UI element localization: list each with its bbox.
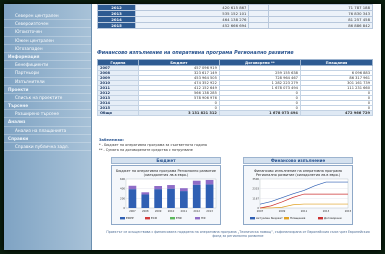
bar [180,191,188,208]
x-tick-label: 2015 [345,209,352,213]
sidebar-item[interactable]: Списък на проектите [4,94,91,103]
main-content: 2012 420 615 867 71 787 188 2013 535 152 101… [93,4,381,250]
sidebar-item[interactable]: Югоизточен [4,28,91,37]
sidebar-item[interactable]: Разширено търсене [4,110,91,119]
total-contracted: 1 678 073 494 [218,110,301,116]
notes-heading: Забележки: [99,138,124,142]
legend-label: ЕФРР [126,216,134,220]
sidebar-item[interactable]: Справки [4,135,91,143]
legend-label: ЕСФ [151,216,158,220]
total-row: Общо 3 131 821 312 1 678 073 494 472 966 72… [97,110,374,116]
y-tick-label: 200 [120,196,125,200]
legend-swatch [195,217,200,220]
x-tick-label: 2013 [323,209,330,213]
y-tick-label: 2333 [252,187,259,191]
x-tick-label: 2011 [181,209,188,213]
y-tick-label: 0 [123,206,125,210]
sidebar-nav: Северен централен Североизточен Югоизточен… [4,4,92,250]
chart-header-budget: Бюджет [111,157,221,164]
bar [192,180,201,185]
financial-table: Година Бюджет Договорени ** Плащания 2007 45… [97,59,374,116]
y-tick-label: 600 [120,177,125,181]
sidebar-item[interactable]: Югозападен [4,45,91,53]
total-payments: 472 966 729 [299,110,374,116]
bar [205,179,214,185]
section-title: Финансово изпълнение на оперативна прогр… [97,51,294,56]
x-tick-label: 2011 [301,209,308,213]
budget-chart: Бюджет на оперативна програма Регионално… [111,165,221,225]
legend-swatch [145,217,150,220]
y-tick-label: 1167 [252,196,259,200]
budget-chart-svg: 0 200 400 600 2007 2008 2009 2010 2011 2012 2013 ЕФ… [120,177,217,220]
bar [154,186,162,190]
bar [141,194,150,208]
sidebar-item[interactable]: Североизточен [4,20,91,29]
plot-area [259,178,349,209]
year-cell: 2015 [97,22,136,29]
total-budget: 3 131 821 312 [137,110,220,116]
bar [167,188,175,208]
footer-text: Проектът се осъществява с финансовата по… [106,230,370,239]
legend-label: Договорени [324,216,342,220]
legend-swatch [250,217,255,220]
sidebar-item[interactable]: Южен централен [4,37,91,45]
x-tick-label: 2009 [279,209,286,213]
x-tick-label: 2013 [206,209,213,213]
value-cell [248,22,269,29]
x-tick-label: 2007 [257,209,264,213]
x-tick-label: 2007 [129,209,136,213]
execution-chart: Финансово изпълнение на оперативна прогр… [243,165,353,225]
total-label: Общо [97,110,139,116]
bar [128,185,137,190]
sidebar-item[interactable]: Информация [4,53,91,62]
legend-swatch [318,217,323,220]
value-cell: 452 666 694 [134,22,250,29]
bar [180,188,188,192]
execution-chart-svg: 01167233335002007 2009 2011 2013 2015Актуале… [250,177,352,220]
value-cell: 86 886 842 [267,22,374,29]
app-window: Северен централен Североизточен Югоизточен… [4,4,381,250]
legend-label: ЕЗФ [176,216,183,220]
sidebar-item[interactable]: Анализ [4,118,91,127]
sidebar-item[interactable]: Проекти [4,86,91,94]
legend-swatch [284,217,289,220]
legend-swatch [170,217,175,220]
legend-swatch [120,217,125,220]
y-tick-label: 400 [120,187,125,191]
bar [167,185,175,189]
sidebar-item[interactable]: Анализ на плащанията [4,127,91,135]
chart-header-execution: Финансово изпълнение [243,157,353,164]
bar [192,184,201,208]
sidebar-item[interactable]: Справки публична задл. [4,143,91,152]
x-tick-label: 2012 [193,209,200,213]
bar [154,189,162,208]
note-line: * - Бюджет на оперативна програма за съо… [99,143,207,147]
x-tick-label: 2009 [155,209,162,213]
sidebar-item[interactable]: Изпълнители [4,78,91,86]
bar [205,184,214,208]
legend-label: НФ [201,216,206,220]
sidebar-item[interactable]: Партньори [4,69,91,78]
x-tick-label: 2008 [142,209,149,213]
note-line: ** - Сумата на договорените средства с н… [99,147,193,152]
y-tick-label: 3500 [252,177,259,181]
top-table: 2012 420 615 867 71 787 188 2013 535 152 101… [97,4,374,29]
sidebar-item[interactable]: Бенефициенти [4,61,91,70]
legend-label: Актуален бюджет [256,216,283,220]
top-table-row: 2015 452 666 694 86 886 842 [97,22,374,29]
legend-label: Плащания [290,216,306,220]
x-tick-label: 2010 [168,209,175,213]
bar [128,189,137,208]
bar [141,192,150,195]
sidebar-item[interactable]: Търсене [4,102,91,111]
sidebar-item[interactable]: Северен централен [4,12,91,21]
